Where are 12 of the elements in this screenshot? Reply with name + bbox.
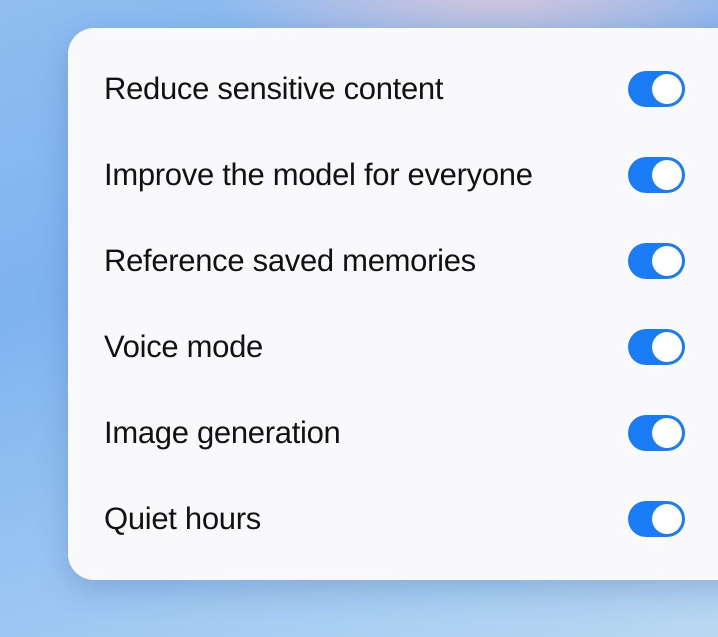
toggle-switch[interactable]: [628, 71, 685, 107]
setting-label: Improve the model for everyone: [104, 157, 533, 193]
setting-label: Reduce sensitive content: [104, 71, 444, 107]
setting-label: Quiet hours: [104, 501, 261, 537]
toggle-switch[interactable]: [628, 329, 685, 365]
toggle-switch[interactable]: [628, 243, 685, 279]
toggle-switch[interactable]: [628, 501, 685, 537]
setting-label: Reference saved memories: [104, 243, 476, 279]
setting-label: Voice mode: [104, 329, 263, 365]
setting-label: Image generation: [104, 415, 340, 451]
toggle-switch[interactable]: [628, 157, 685, 193]
toggle-switch[interactable]: [628, 415, 685, 451]
